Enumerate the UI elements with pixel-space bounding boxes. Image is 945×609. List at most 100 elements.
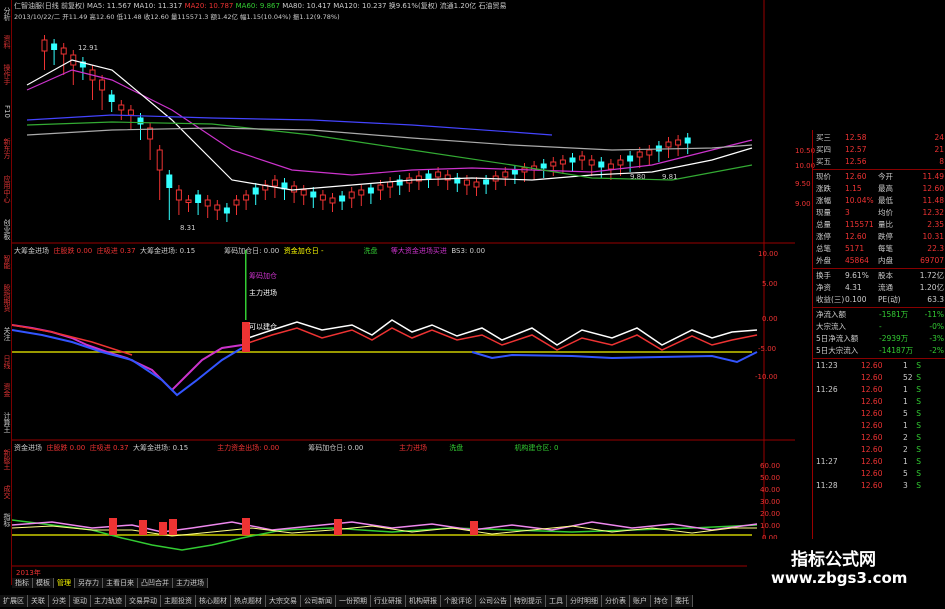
quote-label: 总量 (816, 220, 831, 229)
quote-label: 外盘 (816, 256, 831, 265)
left-tab[interactable]: 股指期货 (0, 278, 11, 318)
bottom-tab[interactable]: 大宗交易 (266, 595, 301, 607)
flow-value: - (879, 322, 882, 331)
flow-value: -1581万 (879, 310, 909, 319)
bottom-tab[interactable]: 交易异动 (126, 595, 161, 607)
quote-row: 现价 12.60 今开 11.49 (813, 171, 945, 183)
left-tab[interactable]: 资金 (0, 378, 11, 402)
left-tab[interactable]: 应用中心 (0, 169, 11, 209)
bottom-tab[interactable]: 分价表 (602, 595, 630, 607)
panel2-item: 洗盘 (363, 247, 378, 255)
p3-tick: 30.00 (760, 498, 781, 506)
panel3-item: 主力进场 (398, 444, 427, 452)
tick-side: S (916, 409, 921, 418)
annot-main-force: 主力进场 (249, 289, 277, 297)
bottom-tab[interactable]: 扩展区 (0, 595, 28, 607)
p3-tick: 50.00 (760, 474, 781, 482)
indicator-tab[interactable]: 另存力 (75, 578, 103, 588)
bottom-tab[interactable]: 工具 (546, 595, 567, 607)
quote-label: 涨幅 (816, 196, 831, 205)
bottom-tab[interactable]: 驱动 (70, 595, 91, 607)
indicator-tab[interactable]: 凸凹合并 (138, 578, 173, 588)
panel2-item: 资金加仓日 - (283, 247, 324, 255)
kline-chart[interactable] (12, 0, 795, 567)
tick-price: 12.60 (861, 481, 883, 490)
left-tab[interactable]: 分析 (0, 2, 11, 26)
panel2-item: 等大资金进场买进 (390, 247, 447, 255)
quote-value2: 11.49 (922, 172, 944, 181)
left-tab[interactable]: 日线 (0, 350, 11, 374)
tick-row: 12.60 52 S (813, 372, 945, 384)
indicator-tab[interactable]: 指标 (12, 578, 33, 588)
p2-tick: -5.00 (758, 345, 777, 353)
bottom-tab[interactable]: 特别提示 (511, 595, 546, 607)
bottom-tab[interactable]: 主力轨迹 (91, 595, 126, 607)
bottom-tab[interactable]: 公司公告 (476, 595, 511, 607)
ask-price: 12.57 (845, 145, 867, 154)
tick-vol: 1 (903, 457, 908, 466)
panel2-header: 大筹金进场 庄股跌 0.00 庄吸进 0.37 大筹金进场: 0.15 筹码加仓… (14, 246, 485, 256)
left-tab[interactable]: 计算王 (0, 406, 11, 439)
quote-divider (813, 169, 945, 170)
left-tab[interactable]: 指标 (0, 508, 11, 532)
left-tab[interactable]: 智能 (0, 250, 11, 274)
quote-value: 12.60 (845, 232, 867, 241)
bottom-tab[interactable]: 持仓 (651, 595, 672, 607)
quote-value: 4.31 (845, 283, 862, 292)
tick-row: 12.60 2 S (813, 432, 945, 444)
left-tab[interactable]: 关注 (0, 322, 11, 346)
bottom-tab[interactable]: 账户 (630, 595, 651, 607)
bottom-tab[interactable]: 热点题材 (231, 595, 266, 607)
flow-pct: -11% (924, 310, 944, 319)
bottom-tab[interactable]: 一份预期 (336, 595, 371, 607)
indicator-tab[interactable]: 主看日来 (103, 578, 138, 588)
left-tab[interactable]: 创业板 (0, 213, 11, 246)
left-tab[interactable]: 操作手 (0, 58, 11, 91)
tick-price: 12.60 (861, 469, 883, 478)
quote-row: 总量 115571 量比 2.35 (813, 219, 945, 231)
quote-value: 9.61% (845, 271, 869, 280)
bottom-tab[interactable]: 行业研报 (371, 595, 406, 607)
bottom-tab[interactable]: 关联 (28, 595, 49, 607)
bottom-tab[interactable]: 核心题材 (196, 595, 231, 607)
bottom-tab[interactable]: 个股评论 (441, 595, 476, 607)
bottom-tab[interactable]: 主题投资 (161, 595, 196, 607)
bottom-tab[interactable]: 委托 (672, 595, 693, 607)
tick-price: 12.60 (861, 373, 883, 382)
left-tab[interactable]: 成交 (0, 480, 11, 504)
tick-side: S (916, 421, 921, 430)
left-tab[interactable]: 新东方 (0, 132, 11, 165)
ask-label: 买五 (816, 157, 831, 166)
quote-value2: 69707 (920, 256, 944, 265)
quote-label: 总笔 (816, 244, 831, 253)
quote-label2: 每笔 (878, 244, 893, 253)
indicator-tab[interactable]: 模板 (33, 578, 54, 588)
indicator-tab[interactable]: 管理 (54, 578, 75, 588)
bottom-tab[interactable]: 分时明细 (567, 595, 602, 607)
bottom-tab[interactable]: 公司新闻 (301, 595, 336, 607)
tick-side: S (916, 397, 921, 406)
p2-tick: 5.00 (762, 280, 778, 288)
panel3-item: 庄吸进 0.37 (89, 444, 129, 452)
quote-value: 5171 (845, 244, 865, 253)
left-tab[interactable]: 资料 (0, 30, 11, 54)
indicator-tab[interactable]: 主力进场 (173, 578, 208, 588)
tick-row: 12.60 1 S (813, 396, 945, 408)
quote-value: 10.04% (845, 196, 874, 205)
left-tab[interactable]: F10 (0, 95, 11, 128)
bottom-tab[interactable]: 分类 (49, 595, 70, 607)
tick-time: 11:27 (816, 457, 838, 466)
p3-tick: 60.00 (760, 462, 781, 470)
panel3-title: 资金进场 (14, 444, 42, 452)
tick-price: 12.60 (861, 445, 883, 454)
flow-label: 5日大宗流入 (816, 346, 859, 355)
quote-label: 收益(三) (816, 295, 845, 304)
quote-value: 3 (845, 208, 850, 217)
flow-row: 5日大宗流入 -14187万 -2% (813, 345, 945, 357)
tick-price: 12.60 (861, 409, 883, 418)
ask-price: 12.56 (845, 157, 867, 166)
bottom-tab[interactable]: 机构研报 (406, 595, 441, 607)
quote-label2: 最高 (878, 184, 893, 193)
tick-time: 11:26 (816, 385, 838, 394)
left-tab[interactable]: 新股王 (0, 443, 11, 476)
